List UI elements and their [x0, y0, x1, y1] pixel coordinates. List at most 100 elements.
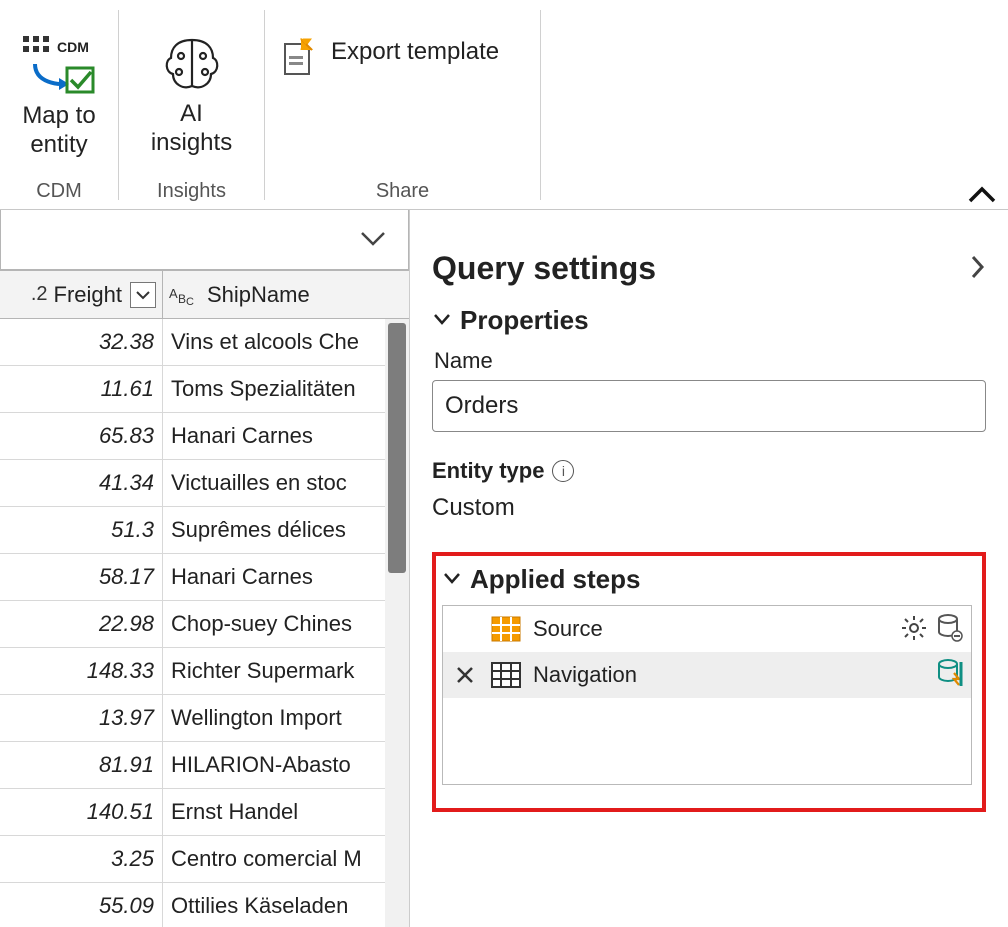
- table-icon: [489, 662, 523, 688]
- ribbon-group-share-caption: Share: [265, 180, 540, 209]
- table-row[interactable]: 148.33Richter Supermark: [0, 648, 409, 695]
- entity-type-row: Entity type i: [432, 458, 986, 484]
- cell-freight: 13.97: [0, 695, 163, 741]
- formula-bar[interactable]: [0, 210, 409, 270]
- table-row[interactable]: 41.34Victuailles en stoc: [0, 460, 409, 507]
- cell-freight: 41.34: [0, 460, 163, 506]
- column-header-shipname[interactable]: A B C ShipName: [163, 271, 409, 318]
- step-name: Source: [533, 616, 891, 642]
- scrollbar-thumb[interactable]: [388, 323, 406, 573]
- column-header-freight[interactable]: .2 Freight: [0, 271, 163, 318]
- cell-shipname: Hanari Carnes: [163, 554, 409, 600]
- cell-freight: 32.38: [0, 319, 163, 365]
- cell-shipname: Richter Supermark: [163, 648, 409, 694]
- table-row[interactable]: 81.91HILARION-Abasto: [0, 742, 409, 789]
- name-field-label: Name: [434, 348, 986, 374]
- properties-section-header[interactable]: Properties: [432, 305, 986, 336]
- chevron-down-icon: [442, 570, 462, 589]
- map-to-entity-button[interactable]: CDM Map to entity: [11, 30, 107, 180]
- applied-steps-list: Source: [442, 605, 972, 785]
- properties-section-title: Properties: [460, 305, 589, 336]
- export-template-label: Export template: [331, 38, 499, 66]
- query-name-input[interactable]: [432, 380, 986, 432]
- applied-step-navigation[interactable]: Navigation: [443, 652, 971, 698]
- formula-bar-caret-icon[interactable]: [358, 228, 388, 251]
- table-row[interactable]: 55.09Ottilies Käseladen: [0, 883, 409, 927]
- cell-freight: 140.51: [0, 789, 163, 835]
- cell-freight: 55.09: [0, 883, 163, 927]
- export-template-icon: [279, 38, 319, 78]
- table-source-icon: [489, 616, 523, 642]
- cell-shipname: Suprêmes délices: [163, 507, 409, 553]
- ribbon-group-insights-caption: Insights: [119, 180, 264, 209]
- table-row[interactable]: 3.25Centro comercial M: [0, 836, 409, 883]
- query-settings-title: Query settings: [432, 250, 656, 287]
- step-settings-gear-icon[interactable]: [901, 615, 927, 644]
- grid-header: .2 Freight A B C ShipName: [0, 271, 409, 319]
- applied-steps-highlight: Applied steps: [432, 552, 986, 812]
- cell-shipname: Centro comercial M: [163, 836, 409, 882]
- cell-shipname: Victuailles en stoc: [163, 460, 409, 506]
- table-row[interactable]: 11.61Toms Spezialitäten: [0, 366, 409, 413]
- column-filter-dropdown[interactable]: [130, 282, 156, 308]
- entity-type-value: Custom: [432, 494, 986, 522]
- cell-freight: 65.83: [0, 413, 163, 459]
- ribbon-collapse-caret[interactable]: [968, 185, 996, 203]
- cell-shipname: Toms Spezialitäten: [163, 366, 409, 412]
- map-to-entity-icon: CDM: [21, 34, 97, 96]
- ribbon-group-cdm: CDM Map to entity CDM: [0, 0, 118, 209]
- ribbon-separator: [540, 10, 541, 200]
- step-native-query-icon[interactable]: [937, 659, 963, 692]
- ai-insights-button[interactable]: AI insights: [141, 30, 242, 180]
- ribbon-group-insights: AI insights Insights: [119, 0, 264, 209]
- map-to-entity-label: Map to entity: [22, 102, 95, 160]
- chevron-down-icon: [432, 311, 452, 330]
- text-type-icon: A B C: [169, 283, 201, 307]
- cell-shipname: Hanari Carnes: [163, 413, 409, 459]
- panel-expand-caret-icon[interactable]: [968, 253, 986, 284]
- svg-text:B: B: [178, 292, 186, 306]
- column-header-label: Freight: [54, 282, 122, 308]
- vertical-scrollbar[interactable]: [385, 319, 409, 927]
- ribbon-group-share: Export template Share: [265, 0, 540, 209]
- left-pane: .2 Freight A B C ShipName: [0, 210, 410, 927]
- step-datasource-icon[interactable]: [937, 614, 963, 645]
- main-area: .2 Freight A B C ShipName: [0, 210, 1008, 927]
- table-row[interactable]: 22.98Chop-suey Chines: [0, 601, 409, 648]
- grid-body: 32.38Vins et alcools Che11.61Toms Spezia…: [0, 319, 409, 927]
- column-header-label: ShipName: [207, 282, 310, 308]
- info-icon[interactable]: i: [552, 460, 574, 482]
- applied-steps-section-header[interactable]: Applied steps: [442, 564, 972, 595]
- ribbon: CDM Map to entity CDM: [0, 0, 1008, 210]
- cell-freight: 11.61: [0, 366, 163, 412]
- svg-text:C: C: [186, 296, 194, 307]
- data-grid: .2 Freight A B C ShipName: [0, 270, 409, 927]
- cell-freight: 148.33: [0, 648, 163, 694]
- table-row[interactable]: 58.17Hanari Carnes: [0, 554, 409, 601]
- svg-text:A: A: [169, 286, 178, 301]
- cell-shipname: Ottilies Käseladen: [163, 883, 409, 927]
- table-row[interactable]: 32.38Vins et alcools Che: [0, 319, 409, 366]
- step-name: Navigation: [533, 662, 927, 688]
- cell-shipname: Ernst Handel: [163, 789, 409, 835]
- table-row[interactable]: 65.83Hanari Carnes: [0, 413, 409, 460]
- decimal-type-icon: .2: [31, 283, 48, 306]
- cell-shipname: Chop-suey Chines: [163, 601, 409, 647]
- table-row[interactable]: 13.97Wellington Import: [0, 695, 409, 742]
- delete-step-button[interactable]: [451, 665, 479, 685]
- table-row[interactable]: 140.51Ernst Handel: [0, 789, 409, 836]
- ai-insights-label: AI insights: [151, 100, 232, 158]
- cell-freight: 22.98: [0, 601, 163, 647]
- cell-shipname: Wellington Import: [163, 695, 409, 741]
- cell-shipname: HILARION-Abasto: [163, 742, 409, 788]
- applied-step-source[interactable]: Source: [443, 606, 971, 652]
- cell-freight: 51.3: [0, 507, 163, 553]
- export-template-button[interactable]: Export template: [265, 30, 513, 180]
- cell-freight: 3.25: [0, 836, 163, 882]
- cell-freight: 58.17: [0, 554, 163, 600]
- brain-icon: [157, 34, 227, 94]
- query-settings-header: Query settings: [432, 250, 986, 287]
- ribbon-group-cdm-caption: CDM: [0, 180, 118, 209]
- query-settings-panel: Query settings Properties Name Entity ty…: [410, 210, 1008, 927]
- table-row[interactable]: 51.3Suprêmes délices: [0, 507, 409, 554]
